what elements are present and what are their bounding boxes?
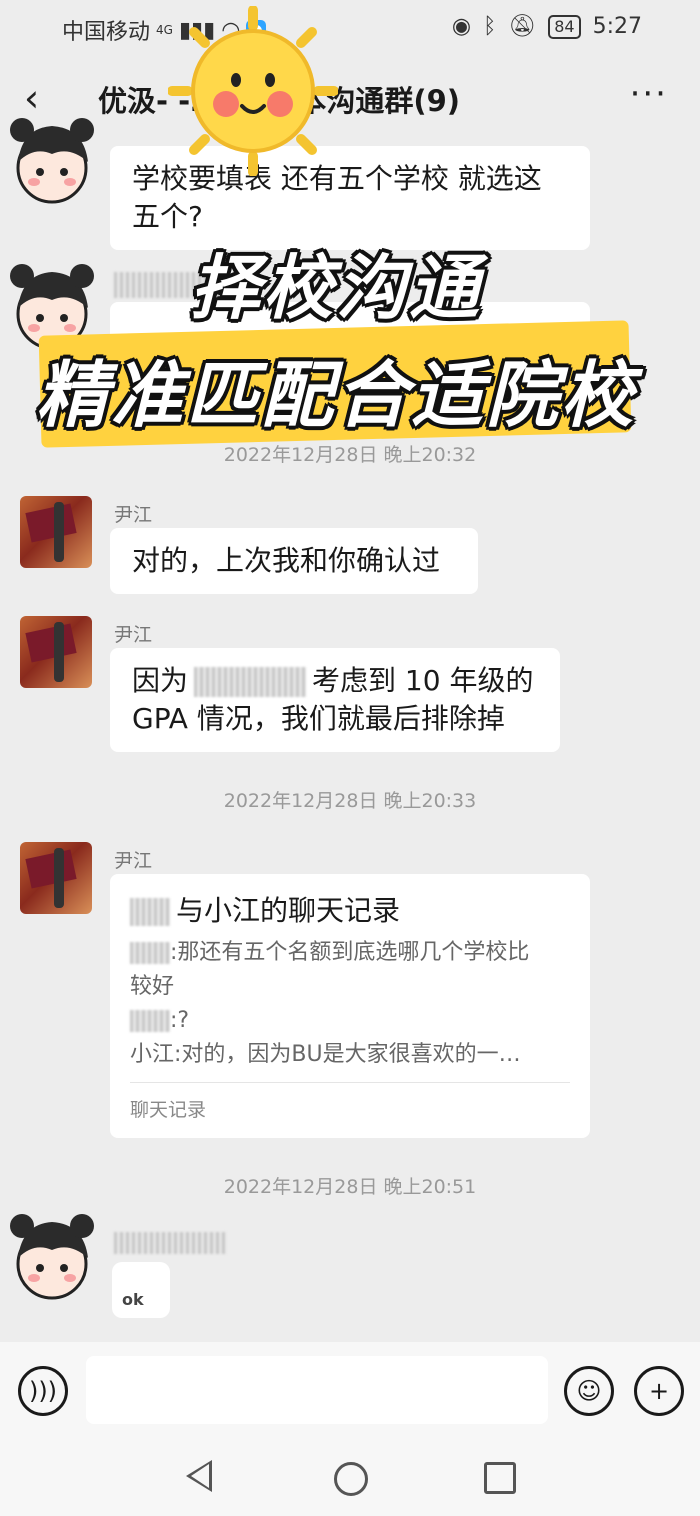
blurred-sender-name	[114, 1232, 226, 1254]
message-text: 对的，上次我和你确认过	[132, 544, 441, 577]
blurred-text	[194, 667, 307, 697]
sticker-text: ok	[122, 1290, 144, 1309]
timestamp: 2022年12月28日 晚上20:51	[223, 1176, 477, 1198]
message-input[interactable]	[86, 1356, 548, 1424]
sender-name: 尹江	[114, 850, 153, 872]
battery-indicator: 84	[548, 14, 581, 39]
input-bar: ))) ☺ +	[0, 1342, 700, 1440]
message-line: 因为 考虑到 10 年级的	[132, 662, 538, 700]
record-title: 与小江的聊天记录	[176, 894, 401, 927]
message-bubble[interactable]: 对的，上次我和你确认过	[110, 528, 478, 594]
nav-back-icon-inner	[191, 1464, 209, 1488]
status-bar: 中国移动 4G ▮▮▮ ◠ ● ◉ ᛒ 🔕︎ 84 5:27	[0, 0, 700, 56]
message-text-prefix: 因为	[132, 664, 189, 697]
sender-name: 尹江	[114, 504, 153, 526]
chat-record-card[interactable]: 与小江的聊天记录 :那还有五个名额到底选哪几个学校比 较好 :? 小江:对的，因…	[110, 874, 590, 1138]
timestamp: 2022年12月28日 晚上20:33	[223, 790, 477, 812]
nav-recent-icon[interactable]	[484, 1462, 516, 1494]
more-options-icon[interactable]: ···	[630, 74, 668, 114]
sender-name: 尹江	[114, 624, 153, 646]
avatar[interactable]	[0, 110, 104, 214]
eye-icon: ◉	[451, 14, 472, 39]
message-bubble[interactable]: 因为 考虑到 10 年级的 GPA 情况，我们就最后排除掉	[110, 648, 560, 752]
message-line-2: GPA 情况，我们就最后排除掉	[132, 702, 505, 735]
avatar[interactable]	[20, 496, 92, 568]
avatar[interactable]	[20, 842, 92, 914]
record-line: :?	[130, 1004, 570, 1038]
timestamp: 2022年12月28日 晚上20:32	[223, 444, 477, 466]
blurred-name	[130, 898, 170, 926]
clock: 5:27	[592, 14, 642, 39]
record-line-text: :?	[170, 1008, 190, 1033]
plus-icon[interactable]: +	[634, 1366, 684, 1416]
sun-sticker-icon	[168, 6, 338, 176]
record-line-text: :那还有五个名额到底选哪几个学校比	[170, 940, 530, 965]
record-line: 小江:对的，因为BU是大家很喜欢的一…	[130, 1042, 521, 1067]
record-footer: 聊天记录	[130, 1082, 570, 1129]
nav-home-icon[interactable]	[334, 1462, 368, 1496]
blurred-name	[130, 1010, 170, 1032]
record-line-cont: 较好	[130, 974, 175, 999]
system-nav-bar	[0, 1440, 700, 1516]
carrier-label: 中国移动	[62, 20, 151, 45]
record-title-row: 与小江的聊天记录	[130, 892, 570, 930]
overlay-title-line2: 精准匹配合适院校	[36, 353, 637, 437]
blurred-name	[130, 942, 170, 964]
voice-icon[interactable]: )))	[18, 1366, 68, 1416]
sticker-message[interactable]: ok	[112, 1262, 170, 1318]
overlay-title-line1: 择校沟通	[190, 247, 482, 329]
bluetooth-icon: ᛒ	[483, 14, 497, 39]
status-right: ◉ ᛒ 🔕︎ 84 5:27	[452, 14, 642, 39]
chat-header: ‹ 优汲- -2…本美本沟通群(9) ···	[0, 56, 700, 140]
avatar[interactable]	[0, 1206, 104, 1310]
emoji-icon[interactable]: ☺	[564, 1366, 614, 1416]
avatar[interactable]	[20, 616, 92, 688]
message-text-suffix: 考虑到 10 年级的	[312, 664, 534, 697]
record-line: :那还有五个名额到底选哪几个学校比	[130, 936, 570, 970]
mute-icon: 🔕︎	[508, 14, 537, 39]
